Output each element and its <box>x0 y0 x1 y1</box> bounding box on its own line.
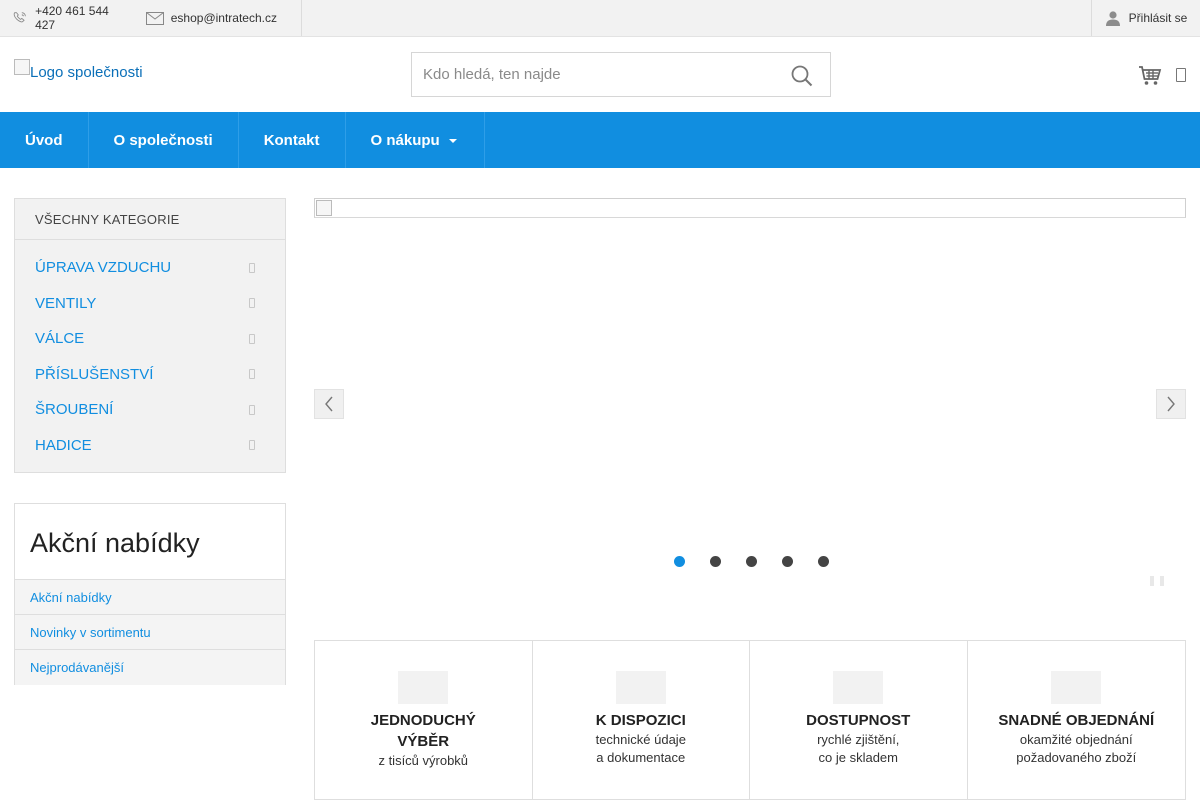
nav-label: Úvod <box>25 131 63 149</box>
email-address: eshop@intratech.cz <box>170 11 277 25</box>
menu-toggle-icon[interactable] <box>1176 68 1186 82</box>
slider-dot[interactable] <box>782 556 793 567</box>
nav-label: O nákupu <box>370 131 440 149</box>
nav-label: O společnosti <box>113 131 213 149</box>
slider-dot[interactable] <box>674 556 685 567</box>
slider-dots <box>314 556 1186 567</box>
search-icon[interactable] <box>790 64 814 88</box>
search-input[interactable] <box>412 53 772 96</box>
pause-icon[interactable] <box>1150 576 1164 586</box>
chevron-right-icon <box>1167 396 1175 412</box>
chevron-right-icon <box>249 298 255 309</box>
broken-image-icon <box>14 58 30 75</box>
category-label: HADICE <box>35 436 92 454</box>
login-label: Přihlásit se <box>1128 11 1188 25</box>
search-box <box>411 52 831 97</box>
feature-desc-line2: co je skladem <box>818 750 898 765</box>
shopping-cart-icon[interactable] <box>1138 64 1162 88</box>
feature-desc-line1: rychlé zjištění, <box>817 732 900 747</box>
category-menu: VŠECHNY KATEGORIE ÚPRAVA VZDUCHU VENTILY… <box>14 198 286 473</box>
nav-item-uvod[interactable]: Úvod <box>0 112 89 168</box>
category-label: VÁLCE <box>35 330 85 348</box>
chevron-right-icon <box>249 333 255 344</box>
promo-link-nejprodavanejsi[interactable]: Nejprodávanější <box>15 650 285 685</box>
promo-link-akcni-nabidky[interactable]: Akční nabídky <box>15 580 285 615</box>
logo-alt-text: Logo společnosti <box>30 64 143 81</box>
chevron-right-icon <box>249 262 255 273</box>
promo-box: Akční nabídky Akční nabídky Novinky v so… <box>14 503 286 685</box>
email-contact[interactable]: eshop@intratech.cz <box>145 11 277 25</box>
user-icon <box>1105 11 1120 26</box>
slide-image[interactable] <box>314 198 1186 218</box>
caret-down-icon <box>448 139 457 143</box>
category-item-sroubeni[interactable]: ŠROUBENÍ <box>15 392 285 428</box>
category-item-uprava-vzduchu[interactable]: ÚPRAVA VZDUCHU <box>15 250 285 286</box>
category-item-ventily[interactable]: VENTILY <box>15 286 285 322</box>
feature-icon <box>398 671 449 704</box>
chevron-right-icon <box>249 440 255 451</box>
feature-icon <box>833 671 884 704</box>
feature-snadne-objednani: SNADNÉ OBJEDNÁNÍ okamžité objednání poža… <box>968 641 1186 799</box>
category-label: ŠROUBENÍ <box>35 401 114 419</box>
envelope-icon <box>145 11 164 25</box>
main-navigation: Úvod O společnosti Kontakt O nákupu <box>0 112 1200 168</box>
feature-title: JEDNODUCHÝ VÝBĚR <box>370 712 476 750</box>
phone-icon <box>13 12 26 23</box>
promo-link-novinky[interactable]: Novinky v sortimentu <box>15 615 285 650</box>
login-button[interactable]: Přihlásit se <box>1091 0 1200 36</box>
top-bar: +420 461 544 427 eshop@intratech.cz Přih… <box>0 0 1200 37</box>
category-label: ÚPRAVA VZDUCHU <box>35 259 172 277</box>
nav-label: Kontakt <box>263 131 320 149</box>
slider-dot[interactable] <box>710 556 721 567</box>
feature-icon <box>615 671 666 704</box>
feature-desc-line2: požadovaného zboží <box>1016 750 1137 765</box>
feature-title: K DISPOZICI <box>595 712 686 729</box>
slider-dot[interactable] <box>818 556 829 567</box>
category-item-prislusenstvi[interactable]: PŘÍSLUŠENSTVÍ <box>15 357 285 393</box>
chevron-left-icon <box>325 396 333 412</box>
slider-dot[interactable] <box>746 556 757 567</box>
feature-title: DOSTUPNOST <box>806 712 911 729</box>
slider-prev-button[interactable] <box>314 389 344 419</box>
feature-strip: JEDNODUCHÝ VÝBĚR z tisíců výrobků K DISP… <box>314 640 1186 800</box>
chevron-right-icon <box>249 404 255 415</box>
broken-image-icon <box>316 200 332 216</box>
promo-title: Akční nabídky <box>15 504 285 580</box>
feature-title: SNADNÉ OBJEDNÁNÍ <box>998 712 1155 729</box>
phone-contact[interactable]: +420 461 544 427 <box>12 4 122 32</box>
feature-jednoduchy-vyber: JEDNODUCHÝ VÝBĚR z tisíců výrobků <box>315 641 533 799</box>
category-item-hadice[interactable]: HADICE <box>15 428 285 464</box>
feature-dostupnost: DOSTUPNOST rychlé zjištění, co je sklade… <box>750 641 968 799</box>
feature-desc-line1: okamžité objednání <box>1019 732 1133 747</box>
banner-slider <box>314 198 1186 588</box>
slider-next-button[interactable] <box>1156 389 1186 419</box>
nav-item-o-nakupu[interactable]: O nákupu <box>346 112 485 168</box>
category-heading: VŠECHNY KATEGORIE <box>15 199 285 240</box>
category-label: PŘÍSLUŠENSTVÍ <box>35 365 154 383</box>
feature-k-dispozici: K DISPOZICI technické údaje a dokumentac… <box>533 641 750 799</box>
feature-desc-line1: z tisíců výrobků <box>378 753 469 768</box>
phone-number: +420 461 544 427 <box>35 4 109 32</box>
contact-strip: +420 461 544 427 eshop@intratech.cz <box>0 0 302 36</box>
chevron-right-icon <box>249 369 255 380</box>
feature-icon <box>1051 671 1102 704</box>
nav-item-o-spolecnosti[interactable]: O společnosti <box>89 112 239 168</box>
category-label: VENTILY <box>35 294 97 312</box>
nav-item-kontakt[interactable]: Kontakt <box>239 112 346 168</box>
feature-desc-line1: technické údaje <box>595 732 686 747</box>
category-item-valce[interactable]: VÁLCE <box>15 321 285 357</box>
company-logo[interactable]: Logo společnosti <box>14 58 143 81</box>
feature-desc-line2: a dokumentace <box>596 750 686 765</box>
